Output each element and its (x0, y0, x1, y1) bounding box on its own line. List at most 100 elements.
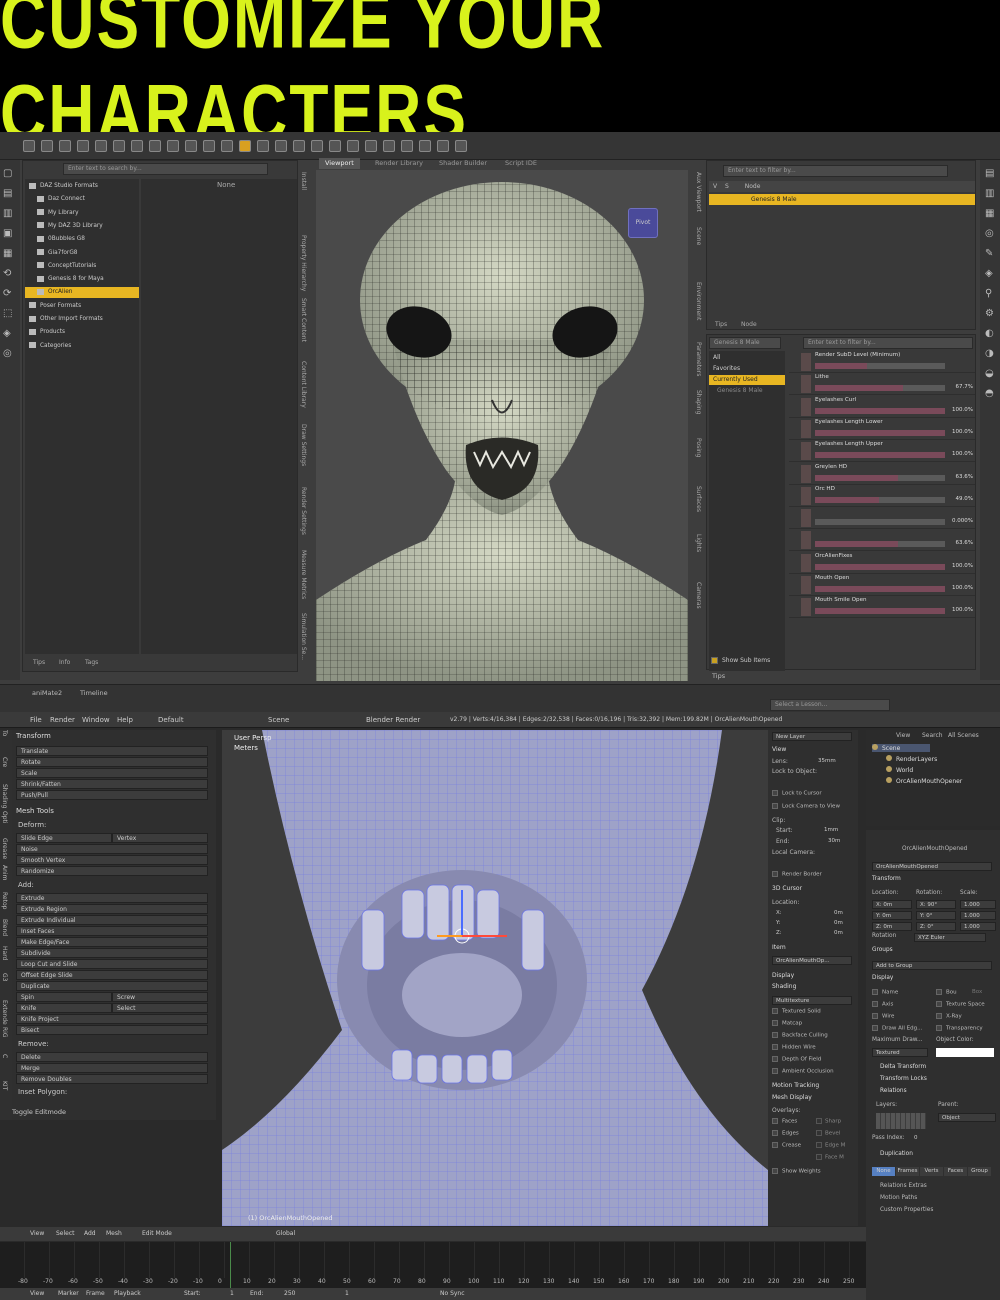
param-slider[interactable] (815, 496, 945, 503)
footer-menu-2[interactable]: Frame (86, 1290, 105, 1297)
footer-menu-0[interactable]: View (30, 1290, 44, 1297)
loc-field-0[interactable]: X: 0m (872, 900, 912, 909)
param-dropdown[interactable]: Genesis 8 Male (709, 337, 781, 349)
object-color-swatch[interactable] (936, 1048, 994, 1057)
tree-item[interactable]: Daz Connect (25, 194, 139, 205)
daz-viewport[interactable]: Pivot (316, 170, 688, 681)
rot-field-0[interactable]: X: 90° (916, 900, 956, 909)
param-slider[interactable] (815, 385, 945, 392)
tool-vtab-1[interactable]: Cre (1, 757, 8, 767)
param-slider[interactable] (815, 563, 945, 570)
tool-vtab-5[interactable]: Anim (1, 865, 8, 880)
menu-help[interactable]: Help (117, 716, 133, 724)
tool-icon[interactable] (221, 140, 233, 152)
display-opt-left-2[interactable]: Wire (872, 1013, 894, 1020)
show-weights[interactable]: Show Weights (772, 1168, 821, 1175)
transform-button-3[interactable]: Shrink/Fatten (16, 779, 208, 789)
param-slider[interactable] (815, 429, 945, 436)
view3d-menu-4[interactable]: Edit Mode (142, 1230, 172, 1237)
param-vtab-2[interactable]: Posing (695, 438, 702, 457)
display-opt-left-1[interactable]: Axis (872, 1001, 893, 1008)
add-button-7[interactable]: Offset Edge Slide (16, 970, 208, 980)
tool-vtab-3[interactable]: Opti (1, 811, 8, 824)
layer-grid[interactable] (876, 1113, 926, 1129)
content-search-input[interactable]: Enter text to search by... (63, 163, 268, 175)
overlay-left-2[interactable]: Crease (772, 1142, 801, 1149)
viewport-tab-1[interactable]: Render Library (369, 158, 429, 169)
footer-menu-1[interactable]: Marker (58, 1290, 79, 1297)
viewport-tab-3[interactable]: Script IDE (499, 158, 543, 169)
cursor-value-0[interactable]: 0m (834, 910, 843, 916)
tree-item[interactable]: DAZ Studio Formats (25, 181, 139, 192)
overlay-right-1[interactable]: Bevel (816, 1130, 840, 1137)
tree-item[interactable]: Products (25, 327, 139, 338)
clip-start-value[interactable]: 1mm (824, 827, 838, 833)
param-slider[interactable] (815, 452, 945, 459)
vtab-7[interactable]: Simulation Se... (300, 613, 307, 660)
show-sub-items[interactable]: Show Sub Items (711, 657, 770, 664)
menu-window[interactable]: Window (82, 716, 110, 724)
checkbox[interactable] (816, 1130, 822, 1136)
menu-render[interactable]: Render (50, 716, 75, 724)
outliner-tab-2[interactable]: All Scenes (948, 732, 979, 739)
add-button-2[interactable]: Extrude Individual (16, 915, 208, 925)
remove-button-0[interactable]: Delete (16, 1052, 208, 1062)
lock-cursor[interactable]: Lock to Cursor (772, 790, 822, 797)
show-sub-items-check[interactable] (711, 657, 718, 664)
rot-mode-select[interactable]: XYZ Euler (914, 933, 986, 942)
bottom-tab-1[interactable]: Timeline (80, 689, 108, 697)
lens-value[interactable]: 35mm (818, 758, 836, 764)
checkbox[interactable] (772, 790, 778, 796)
checkbox[interactable] (872, 1025, 878, 1031)
param-vtab-4[interactable]: Lights (695, 534, 702, 552)
scene-vtab-2[interactable]: Environment (695, 282, 702, 320)
display-opt-right-3[interactable]: Transparency (936, 1025, 983, 1032)
vtab-0[interactable]: Install (300, 172, 307, 190)
tree-item[interactable]: 0Bubbles G8 (25, 234, 139, 245)
checkbox[interactable] (816, 1118, 822, 1124)
param-slider[interactable] (815, 541, 945, 548)
checkbox[interactable] (772, 871, 778, 877)
remove-button-2[interactable]: Remove Doubles (16, 1074, 208, 1084)
shading-option-4[interactable]: Depth Of Field (772, 1056, 821, 1063)
rot-field-2[interactable]: Z: 0° (916, 922, 956, 931)
overlay-right-0[interactable]: Sharp (816, 1118, 841, 1125)
tab-1[interactable]: Info (59, 659, 70, 666)
add-button-6[interactable]: Loop Cut and Slide (16, 959, 208, 969)
add-button-11[interactable]: Knife Project (16, 1014, 208, 1024)
tool-icon[interactable] (95, 140, 107, 152)
layout-select[interactable]: Default (158, 716, 184, 724)
footer-menu-3[interactable]: Playback (114, 1290, 141, 1297)
checkbox[interactable] (772, 1118, 778, 1124)
param-vtab-0[interactable]: Parameters (695, 342, 702, 376)
tool-icon[interactable] (239, 140, 251, 152)
param-vtab-5[interactable]: Cameras (695, 582, 702, 609)
scale-field-1[interactable]: 1.000 (960, 911, 996, 920)
tool-vtab-8[interactable]: Hard (1, 946, 8, 960)
deform-button-2[interactable]: Smooth Vertex (16, 855, 208, 865)
bottom-tab-0[interactable]: aniMate2 (32, 689, 62, 697)
item-name-field[interactable]: OrcAlienMouthOp... (772, 956, 852, 965)
tool-icon[interactable] (311, 140, 323, 152)
toggle-editmode[interactable]: Toggle Editmode (12, 1108, 66, 1116)
loc-field-2[interactable]: Z: 0m (872, 922, 912, 931)
tree-item[interactable]: Genesis 8 for Maya (25, 274, 139, 285)
parent-field[interactable]: Object (938, 1113, 996, 1122)
add-button-3[interactable]: Inset Faces (16, 926, 208, 936)
tool-icon[interactable] (23, 140, 35, 152)
remove-button-1[interactable]: Merge (16, 1063, 208, 1073)
tool-icon[interactable] (365, 140, 377, 152)
pass-index-value[interactable]: 0 (914, 1135, 918, 1141)
blender-viewport[interactable]: User Persp Meters (1) OrcAlienMouthOpene… (222, 730, 768, 1226)
view3d-menu-2[interactable]: Add (84, 1230, 96, 1237)
add-button-12[interactable]: Bisect (16, 1025, 208, 1035)
param-filter-0[interactable]: All (709, 353, 785, 363)
add-button-1[interactable]: Extrude Region (16, 904, 208, 914)
tool-vtab-12[interactable]: C (1, 1054, 8, 1058)
checkbox[interactable] (772, 803, 778, 809)
checkbox[interactable] (772, 1056, 778, 1062)
tool-icon[interactable] (41, 140, 53, 152)
view3d-menu-3[interactable]: Mesh (106, 1230, 122, 1237)
tool-icon[interactable] (149, 140, 161, 152)
shading-option-5[interactable]: Ambient Occlusion (772, 1068, 834, 1075)
